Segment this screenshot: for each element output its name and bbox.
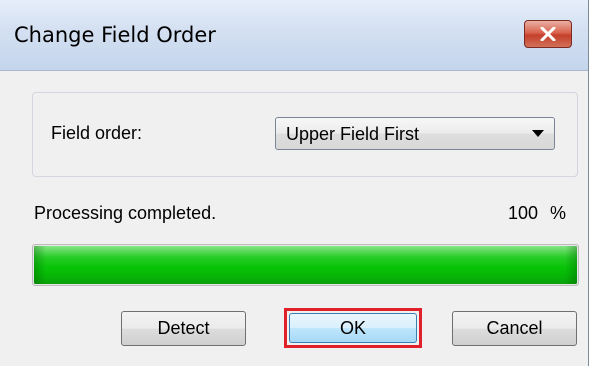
detect-button[interactable]: Detect (121, 311, 246, 346)
field-order-select[interactable]: Upper Field First (275, 117, 555, 150)
percent-sign: % (550, 203, 567, 223)
progress-bar (32, 244, 579, 286)
dropdown-arrow-icon[interactable] (532, 130, 544, 137)
progress-bar-fill (34, 246, 577, 284)
status-message: Processing completed. (34, 203, 217, 223)
change-field-order-dialog: Change Field Order Field order: Upper Fi… (0, 0, 589, 366)
ok-button[interactable]: OK (289, 313, 417, 343)
field-order-selected-value: Upper Field First (286, 124, 420, 144)
field-order-label: Field order: (51, 123, 143, 143)
title-bar[interactable]: Change Field Order (0, 0, 588, 71)
cancel-button[interactable]: Cancel (452, 311, 577, 346)
progress-percent-value: 100 (508, 203, 539, 223)
dialog-title: Change Field Order (14, 23, 216, 47)
close-button[interactable] (524, 20, 572, 48)
close-x-icon (540, 27, 556, 41)
field-order-group: Field order: Upper Field First (32, 92, 578, 177)
ok-button-highlight: OK (284, 308, 422, 348)
